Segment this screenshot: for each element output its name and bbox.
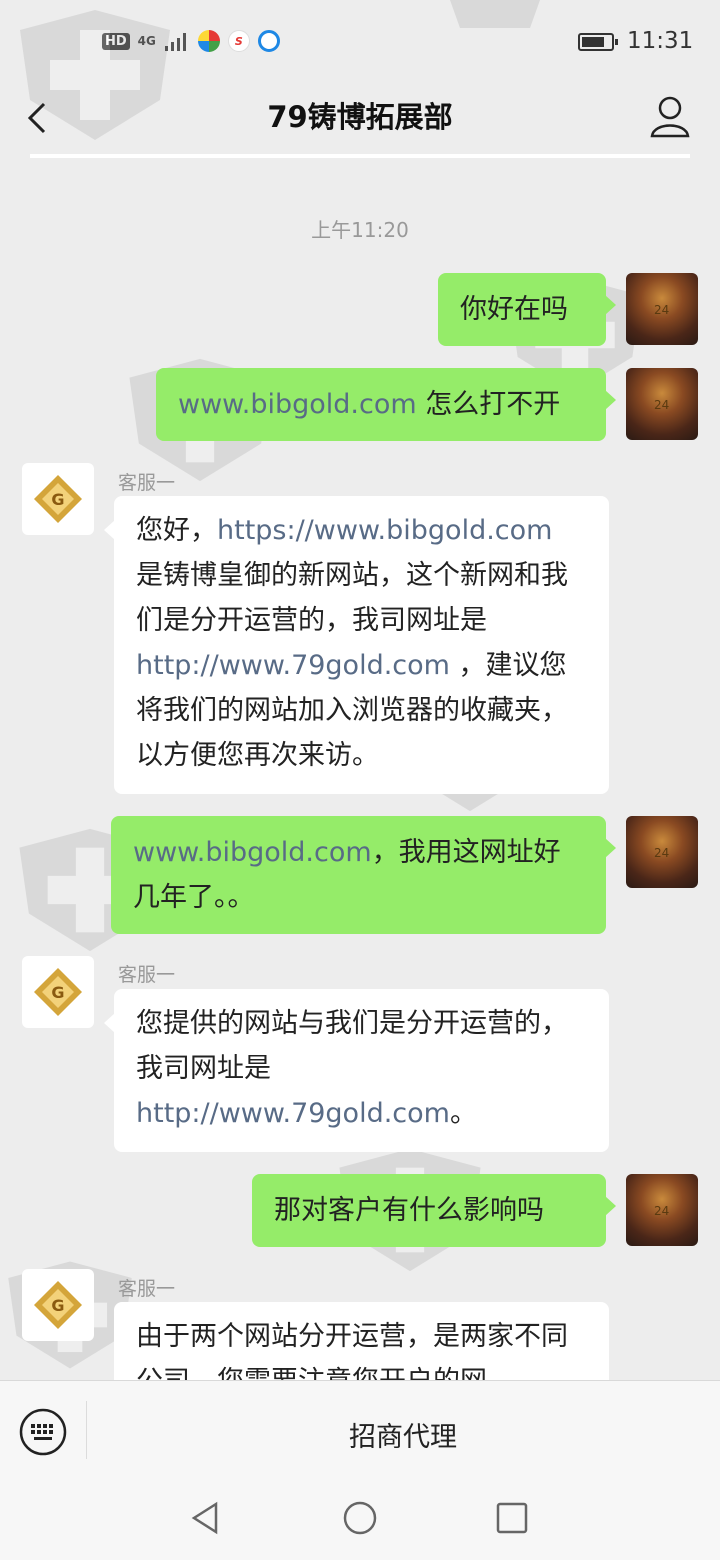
avatar[interactable] — [626, 1174, 698, 1246]
svg-text:G: G — [51, 983, 64, 1002]
system-nav-bar — [0, 1480, 720, 1560]
weibo-notification-icon: S — [227, 30, 250, 52]
message-link[interactable]: www.bibgold.com — [178, 389, 417, 420]
status-icons: HD 4G S — [102, 30, 280, 52]
header-divider — [30, 154, 690, 158]
message-link[interactable]: http://www.79gold.com — [136, 1098, 450, 1129]
triangle-back-icon[interactable] — [188, 1500, 224, 1536]
avatar[interactable] — [626, 816, 698, 888]
gold-logo-icon: G — [34, 968, 82, 1016]
message-link[interactable]: https://www.bibgold.com — [217, 515, 552, 546]
message-bubble-received[interactable]: 您提供的网站与我们是分开运营的，我司网址是 http://www.79gold.… — [104, 989, 609, 1152]
avatar[interactable] — [626, 273, 698, 345]
gold-logo-icon: G — [34, 475, 82, 523]
square-recents-icon[interactable] — [494, 1500, 530, 1536]
message-bubble-received[interactable]: 您好，https://www.bibgold.com 是铸博皇御的新网站，这个新… — [104, 496, 609, 794]
message-text: 您提供的网站与我们是分开运营的，我司网址是 — [136, 1008, 568, 1084]
message-link[interactable]: www.bibgold.com — [133, 837, 372, 868]
message-bubble-sent[interactable]: 那对客户有什么影响吗 — [252, 1174, 616, 1247]
signal-icon — [164, 33, 186, 51]
menu-item-agency[interactable]: 招商代理 — [86, 1415, 720, 1454]
battery-icon — [578, 33, 618, 51]
avatar[interactable] — [626, 368, 698, 440]
gold-logo-icon: G — [34, 1281, 82, 1329]
message-text: 那对客户有什么影响吗 — [274, 1195, 544, 1226]
avatar[interactable]: G — [22, 463, 94, 535]
status-bar: HD 4G S 11:31 — [0, 0, 720, 84]
chat-menu-bar: 招商代理 — [0, 1380, 720, 1481]
message-text: 您好， — [136, 515, 217, 546]
message-bubble-sent[interactable]: 你好在吗 — [438, 273, 616, 346]
sender-name: 客服一 — [118, 472, 176, 494]
message-text: 怎么打不开 — [416, 389, 561, 420]
message-timestamp: 上午11:20 — [311, 218, 409, 242]
hd-badge: HD — [102, 32, 130, 50]
message-bubble-sent[interactable]: www.bibgold.com 怎么打不开 — [156, 368, 616, 441]
sender-name: 客服一 — [118, 1278, 176, 1300]
svg-text:G: G — [51, 490, 64, 509]
keyboard-icon[interactable] — [18, 1407, 68, 1457]
avatar[interactable]: G — [22, 1269, 94, 1341]
app-notification-icon — [197, 30, 220, 52]
chat-header: 79铸博拓展部 — [0, 84, 720, 156]
message-text: 。 — [449, 1098, 477, 1129]
message-bubble-sent[interactable]: www.bibgold.com，我用这网址好几年了。。 — [111, 816, 616, 934]
circle-home-icon[interactable] — [342, 1500, 378, 1536]
status-time: 11:31 — [627, 28, 694, 54]
chat-title: 79铸博拓展部 — [267, 100, 453, 134]
svg-text:G: G — [51, 1296, 64, 1315]
network-type: 4G — [137, 33, 156, 48]
message-link[interactable]: http://www.79gold.com — [136, 650, 450, 681]
sender-name: 客服一 — [118, 964, 176, 986]
browser-notification-icon — [257, 30, 280, 52]
user-icon[interactable] — [648, 94, 692, 138]
message-text: 是铸博皇御的新网站，这个新网和我们是分开运营的，我司网址是 — [136, 560, 568, 636]
avatar[interactable]: G — [22, 956, 94, 1028]
message-text: 你好在吗 — [460, 294, 568, 325]
